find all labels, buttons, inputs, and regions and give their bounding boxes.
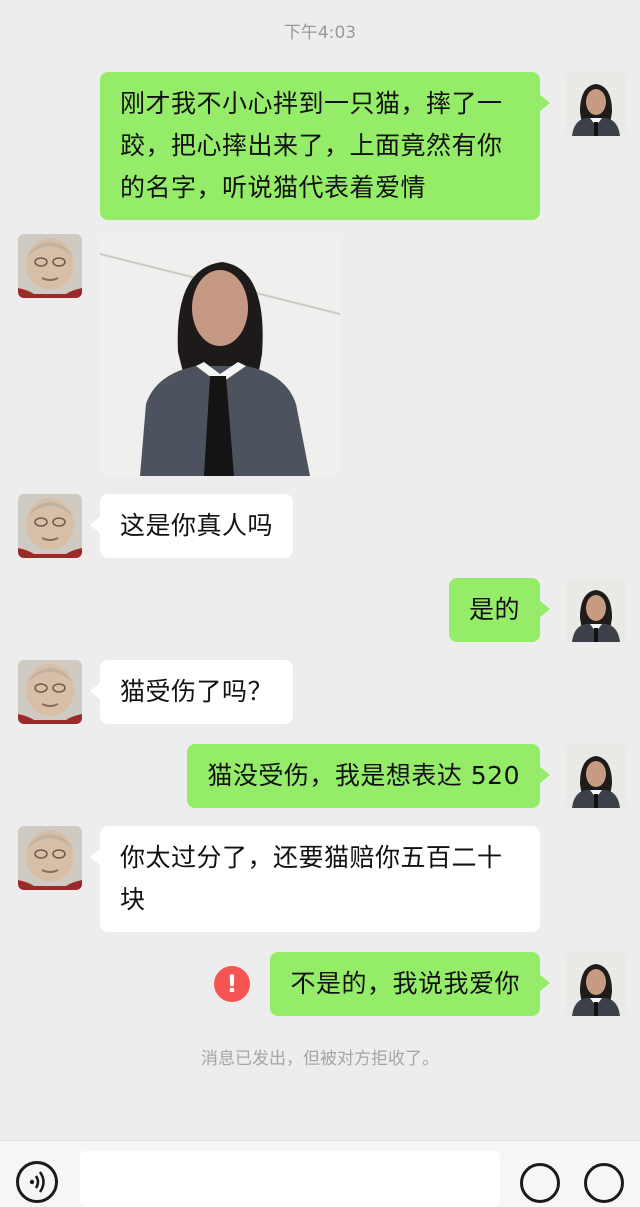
contact-message-bubble[interactable]: 你太过分了，还要猫赔你五百二十块 xyxy=(90,826,540,932)
my-message-bubble[interactable]: 是的 xyxy=(448,578,551,642)
message-timestamp: 下午4:03 xyxy=(283,23,357,43)
my-avatar[interactable] xyxy=(566,72,626,136)
contact-avatar[interactable] xyxy=(18,660,82,724)
rejection-notice: 消息已发出，但被对方拒收了。 xyxy=(201,1049,439,1069)
voice-icon[interactable] xyxy=(16,1161,58,1203)
my-message-bubble[interactable]: 不是的，我说我爱你 xyxy=(270,952,550,1016)
input-bar xyxy=(0,1140,640,1207)
contact-message-bubble[interactable]: 猫受伤了吗？ xyxy=(89,660,294,724)
emoji-icon[interactable] xyxy=(520,1163,560,1203)
my-avatar[interactable] xyxy=(566,952,626,1016)
my-message-bubble[interactable]: 刚才我不小心拌到一只猫，摔了一跤，把心摔出来了，上面竟然有你的名字，听说猫代表着… xyxy=(100,72,550,220)
message-text: 是的 xyxy=(468,595,520,624)
my-avatar[interactable] xyxy=(566,744,626,808)
contact-avatar[interactable] xyxy=(18,234,82,298)
my-avatar[interactable] xyxy=(566,578,626,642)
message-text: 猫没受伤，我是想表达 520 xyxy=(207,761,520,790)
message-text: 不是的，我说我爱你 xyxy=(290,969,520,998)
message-text: 猫受伤了吗？ xyxy=(120,677,274,706)
my-message-bubble[interactable]: 猫没受伤，我是想表达 520 xyxy=(187,744,550,808)
contact-message-bubble[interactable]: 这是你真人吗 xyxy=(89,494,294,558)
contact-avatar[interactable] xyxy=(18,826,82,890)
send-failed-icon[interactable]: ! xyxy=(214,966,250,1002)
message-text: 刚才我不小心拌到一只猫，摔了一跤，把心摔出来了，上面竟然有你的名字，听说猫代表着… xyxy=(120,89,503,202)
message-input[interactable] xyxy=(80,1151,500,1207)
plus-icon[interactable] xyxy=(584,1163,624,1203)
message-text: 这是你真人吗 xyxy=(120,511,274,540)
shared-photo[interactable] xyxy=(100,234,340,476)
contact-avatar[interactable] xyxy=(18,494,82,558)
message-text: 你太过分了，还要猫赔你五百二十块 xyxy=(120,843,503,914)
